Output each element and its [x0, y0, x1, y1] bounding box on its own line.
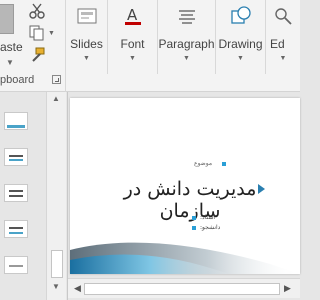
scroll-left-arrow-icon[interactable]: ◀ — [74, 283, 81, 294]
slide-subject-text[interactable]: موضوع — [194, 160, 212, 167]
paste-icon[interactable] — [0, 4, 14, 34]
font-color-icon: A — [124, 6, 141, 25]
clipboard-group-label: pboard — [0, 74, 35, 86]
editing-chevron-down-icon: ▼ — [279, 55, 287, 62]
copy-icon[interactable] — [28, 24, 46, 42]
slide-thumbnail[interactable] — [4, 256, 28, 274]
thumbnails-vertical-scrollbar[interactable]: ▲ ▼ — [46, 92, 66, 300]
slide-thumbnail[interactable] — [4, 220, 28, 238]
svg-text:A: A — [127, 6, 138, 24]
slides-chevron-down-icon: ▼ — [83, 55, 90, 62]
scroll-up-arrow-icon[interactable]: ▲ — [52, 94, 60, 103]
scroll-down-arrow-icon[interactable]: ▼ — [52, 282, 60, 291]
paragraph-align-icon — [178, 10, 195, 24]
slide-thumbnail[interactable] — [4, 112, 28, 130]
paragraph-chevron-down-icon: ▼ — [183, 55, 190, 62]
editing-button-label: Ed — [270, 37, 285, 51]
paste-button-label[interactable]: aste — [0, 40, 23, 54]
clipboard-group: aste ▼ ▼ pboard — [0, 0, 66, 92]
slide-thumbnail[interactable] — [4, 148, 28, 166]
paragraph-button[interactable]: Paragraph ▼ — [158, 0, 216, 74]
slides-button[interactable]: Slides ▼ — [66, 0, 108, 74]
paragraph-button-label: Paragraph — [158, 37, 215, 51]
slide-editor-canvas: موضوع مدیریت دانش در سازمان استاد: دانشج… — [68, 92, 300, 300]
font-chevron-down-icon: ▼ — [129, 55, 136, 62]
clipboard-dialog-launcher-icon[interactable] — [52, 75, 61, 84]
slide-title[interactable]: مدیریت دانش در سازمان — [110, 178, 270, 222]
canvas-horizontal-scrollbar[interactable]: ◀ ▶ — [68, 278, 300, 298]
font-button-label: Font — [120, 37, 145, 51]
font-button[interactable]: A Font ▼ — [108, 0, 158, 74]
ribbon: aste ▼ ▼ pboard Slides ▼ A Font ▼ Paragr… — [0, 0, 300, 92]
copy-dropdown-chevron-icon[interactable]: ▼ — [48, 30, 55, 37]
format-painter-icon[interactable] — [28, 46, 46, 64]
editing-icon — [275, 8, 292, 25]
scroll-right-arrow-icon[interactable]: ▶ — [284, 283, 291, 294]
current-slide[interactable]: موضوع مدیریت دانش در سازمان استاد: دانشج… — [70, 98, 300, 274]
cut-icon[interactable] — [28, 2, 46, 20]
scrollbar-thumb[interactable] — [51, 250, 63, 278]
shapes-icon — [230, 6, 251, 24]
horizontal-scroll-track[interactable] — [84, 283, 280, 295]
bullet-dot-icon — [222, 162, 226, 166]
slide-thumbnails-pane: ▲ ▼ — [0, 92, 68, 300]
drawing-chevron-down-icon: ▼ — [237, 55, 244, 62]
slide-decorative-swoosh — [70, 242, 300, 274]
new-slide-icon — [77, 8, 96, 24]
editing-button[interactable]: Ed ▼ — [266, 0, 300, 74]
title-arrow-icon — [258, 184, 265, 194]
drawing-button-label: Drawing — [218, 37, 263, 51]
slides-button-label: Slides — [70, 37, 103, 51]
paste-dropdown-chevron-icon[interactable]: ▼ — [6, 58, 14, 67]
drawing-button[interactable]: Drawing ▼ — [216, 0, 266, 74]
slide-thumbnail[interactable] — [4, 184, 28, 202]
